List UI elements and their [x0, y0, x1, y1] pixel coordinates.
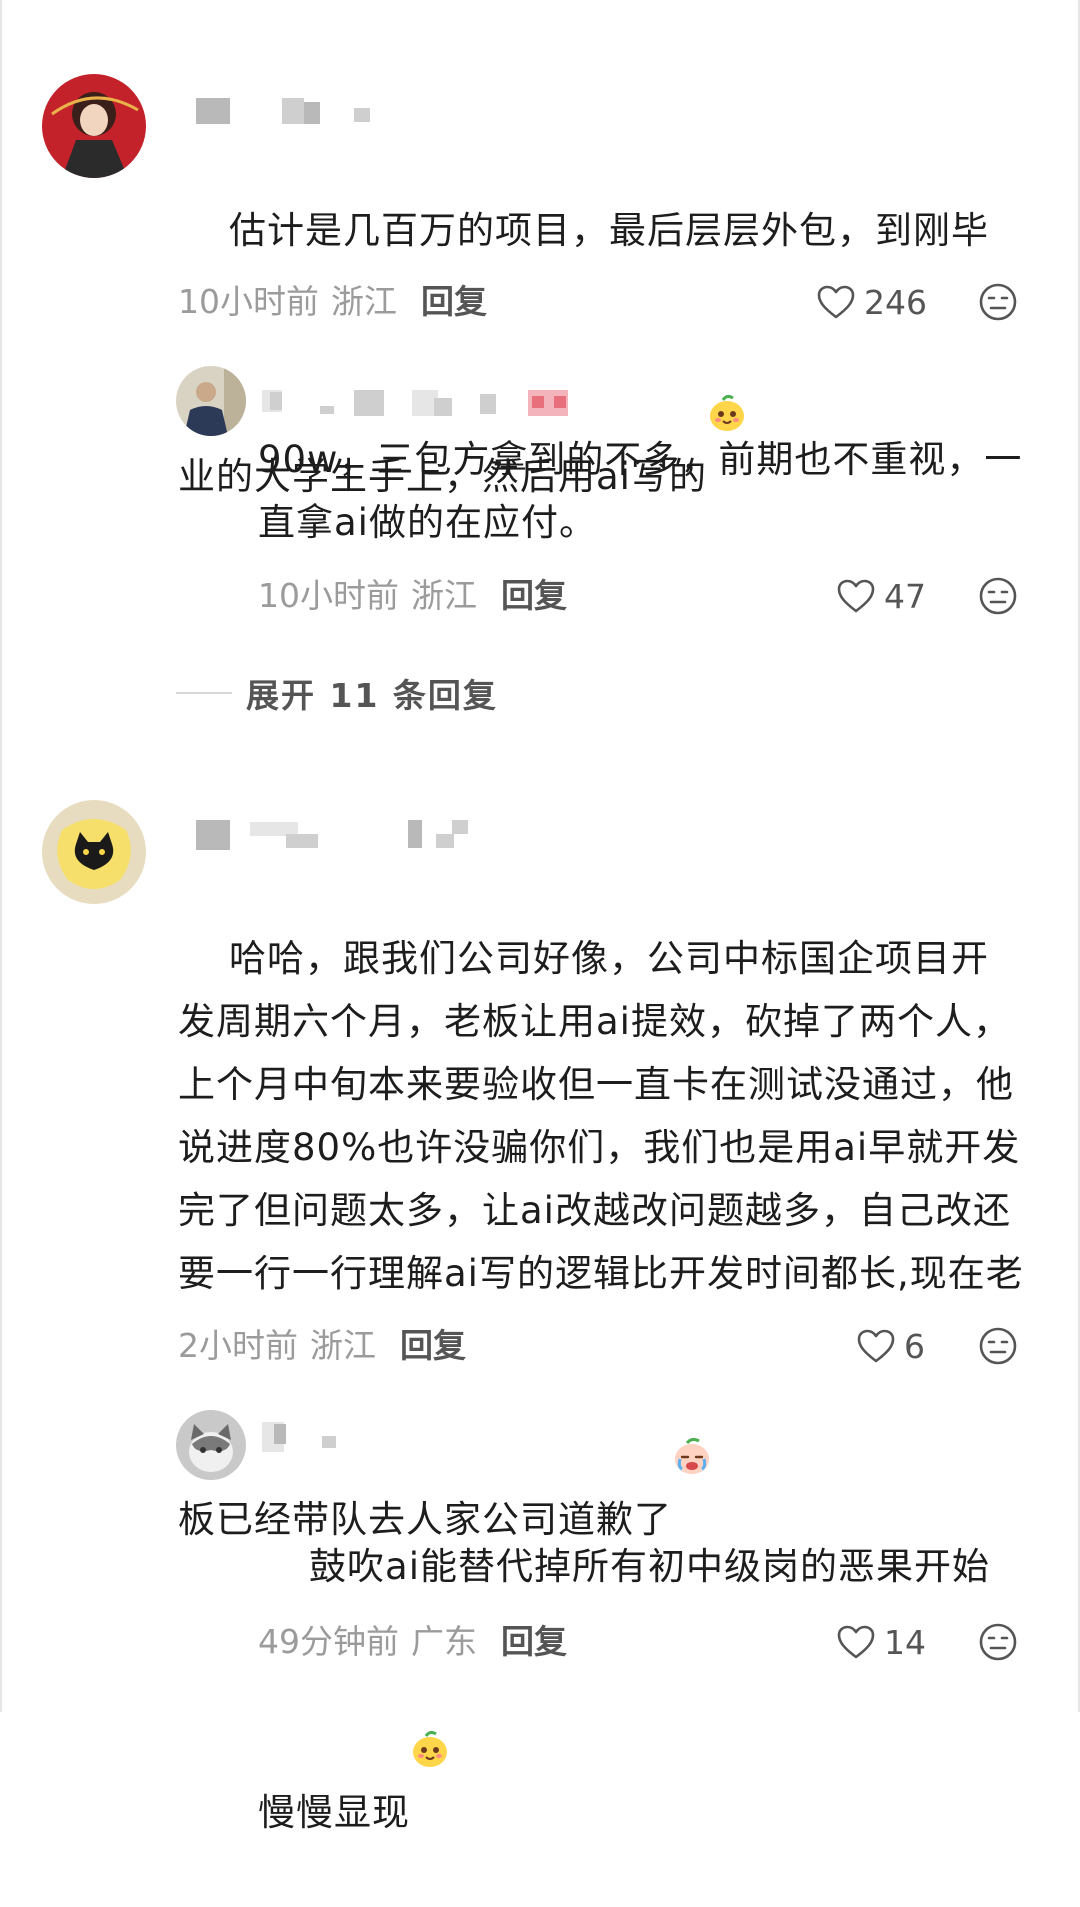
- like-button[interactable]: 6: [856, 1326, 925, 1366]
- heart-icon: [837, 579, 875, 613]
- heart-icon: [837, 1625, 875, 1659]
- expand-replies-label: 展开 11 条回复: [246, 676, 498, 715]
- like-count: 6: [904, 1326, 925, 1366]
- crying-face-emoji: [672, 1305, 712, 1474]
- reply-button[interactable]: 回复: [501, 576, 567, 616]
- comment-meta: 2小时前 浙江 回复: [178, 1326, 466, 1366]
- dislike-button[interactable]: [978, 282, 1018, 322]
- reply-time: 49分钟前: [258, 1622, 399, 1661]
- like-count: 14: [884, 1622, 926, 1662]
- like-count: 47: [884, 576, 926, 616]
- username-masked: [196, 98, 376, 124]
- expand-replies-button[interactable]: 展开 11 条回复: [176, 669, 498, 717]
- username-masked: [196, 820, 486, 850]
- comment-time: 10小时前: [178, 282, 319, 321]
- dislike-button[interactable]: [978, 1622, 1018, 1662]
- reply-location: 浙江: [411, 576, 477, 615]
- divider-line: [176, 692, 232, 694]
- comment-time: 2小时前: [178, 1326, 298, 1365]
- dislike-button[interactable]: [978, 1326, 1018, 1366]
- reply-meta: 10小时前 浙江 回复: [258, 576, 567, 616]
- avatar[interactable]: [176, 366, 246, 436]
- heart-icon: [817, 285, 855, 319]
- reply-meta: 49分钟前 广东 回复: [258, 1622, 567, 1662]
- avatar[interactable]: [42, 74, 146, 178]
- reply-time: 10小时前: [258, 576, 399, 615]
- reply-text: 90w，三包方拿到的不多，前期也不重视，一直拿ai做的在应付。: [258, 438, 1023, 544]
- like-button[interactable]: 14: [836, 1622, 926, 1662]
- smiling-face-emoji: [707, 262, 747, 431]
- avatar[interactable]: [42, 800, 146, 904]
- comment-location: 浙江: [331, 282, 397, 321]
- like-button[interactable]: 246: [816, 282, 927, 322]
- username-masked: [262, 390, 602, 416]
- like-button[interactable]: 47: [836, 576, 926, 616]
- reply-button[interactable]: 回复: [501, 1622, 567, 1662]
- dislike-button[interactable]: [978, 576, 1018, 616]
- reply-button[interactable]: 回复: [400, 1326, 466, 1366]
- comment-meta: 10小时前 浙江 回复: [178, 282, 487, 322]
- heart-icon: [857, 1329, 895, 1363]
- unamused-face-icon: [979, 1327, 1017, 1365]
- comment-location: 浙江: [310, 1326, 376, 1365]
- reply-text: 鼓吹ai能替代掉所有初中级岗的恶果开始慢慢显现: [258, 1545, 990, 1834]
- reply-button[interactable]: 回复: [421, 282, 487, 322]
- reply-location: 广东: [411, 1622, 477, 1661]
- unamused-face-icon: [979, 577, 1017, 615]
- unamused-face-icon: [979, 283, 1017, 321]
- unamused-face-icon: [979, 1623, 1017, 1661]
- like-count: 246: [864, 282, 927, 322]
- avatar[interactable]: [176, 1410, 246, 1480]
- username-masked: [262, 1422, 352, 1452]
